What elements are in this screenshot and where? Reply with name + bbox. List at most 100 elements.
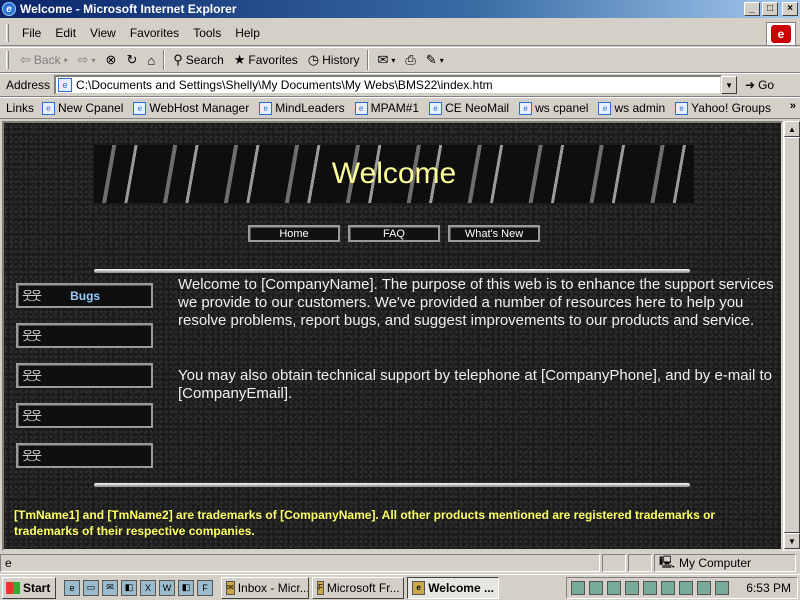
task-inbox[interactable]: ✉ Inbox - Micr...	[221, 576, 309, 599]
search-label: Search	[185, 53, 224, 67]
home-button[interactable]: ⌂	[142, 53, 160, 68]
page-icon: e	[354, 101, 368, 115]
computer-icon: 🖳	[659, 554, 676, 569]
menu-view[interactable]: View	[83, 26, 123, 40]
link-ws-admin[interactable]: e ws admin	[598, 101, 665, 115]
outlook-quicklaunch-icon[interactable]: ✉	[102, 579, 118, 596]
scroll-down-arrow-icon[interactable]: ▼	[784, 533, 800, 549]
toolbar-grip[interactable]	[6, 51, 9, 69]
start-button[interactable]: Start	[2, 576, 56, 599]
task-welcome[interactable]: e Welcome ...	[407, 576, 499, 599]
window-controls: _ □ ×	[744, 2, 798, 16]
mail-icon: ✉	[377, 52, 389, 67]
menu-bar: File Edit View Favorites Tools Help	[0, 20, 800, 46]
support-paragraph: You may also obtain technical support by…	[178, 367, 772, 402]
close-button[interactable]: ×	[782, 2, 798, 16]
history-button[interactable]: ◷ History	[303, 52, 365, 68]
menu-help[interactable]: Help	[228, 26, 267, 40]
link-ce-neomail[interactable]: e CE NeoMail	[429, 101, 509, 115]
scroll-up-arrow-icon[interactable]: ▲	[784, 121, 800, 137]
minimize-button[interactable]: _	[744, 2, 760, 16]
link-webhost-manager[interactable]: e WebHost Manager	[133, 101, 249, 115]
link-ws-cpanel[interactable]: e ws cpanel	[519, 101, 588, 115]
side-nav-button[interactable]: 웃웃	[16, 443, 153, 468]
search-button[interactable]: ⚲ Search	[168, 52, 229, 68]
welcome-paragraph: Welcome to [CompanyName]. The purpose of…	[178, 276, 774, 329]
back-button[interactable]: ⇦ Back ▾	[15, 52, 73, 68]
menu-edit[interactable]: Edit	[48, 26, 83, 40]
link-mindleaders[interactable]: e MindLeaders	[259, 101, 345, 115]
link-new-cpanel[interactable]: e New Cpanel	[42, 101, 123, 115]
link-label: Yahoo! Groups	[691, 101, 771, 115]
system-tray: 6:53 PM	[566, 577, 798, 599]
app-quicklaunch-icon[interactable]: ◧	[178, 579, 194, 596]
taskbar: Start e ▭ ✉ ◧ X W ◧ F ✉ Inbox - Micr... …	[0, 574, 800, 600]
quick-launch: e ▭ ✉ ◧ X W ◧ F	[64, 579, 213, 596]
task-label: Microsoft Fr...	[326, 580, 400, 595]
link-label: New Cpanel	[58, 101, 124, 115]
side-nav-button[interactable]: 웃웃	[16, 363, 153, 388]
window-title: Welcome - Microsoft Internet Explorer	[20, 2, 237, 16]
side-nav-button[interactable]: 웃웃	[16, 403, 153, 428]
page-icon: e	[133, 101, 147, 115]
tray-volume-icon[interactable]	[607, 581, 621, 595]
address-dropdown-button[interactable]: ▼	[721, 76, 738, 94]
link-yahoo-groups[interactable]: e Yahoo! Groups	[675, 101, 771, 115]
page-content: Welcome Home FAQ What's New 웃웃 Bugs 웃웃 웃…	[2, 121, 783, 551]
link-label: MindLeaders	[275, 101, 345, 115]
tray-display-icon[interactable]	[625, 581, 639, 595]
links-bar: Links e New Cpanel e WebHost Manager e Mind…	[0, 97, 800, 119]
app-quicklaunch-icon[interactable]: ◧	[121, 579, 137, 596]
stop-icon: ⊗	[105, 52, 117, 67]
start-label: Start	[23, 580, 51, 595]
status-bar: e 🖳 My Computer	[0, 553, 800, 573]
edit-button[interactable]: ✎ ▾	[421, 52, 449, 68]
forward-arrow-icon: ⇨	[77, 52, 89, 67]
address-label: Address	[6, 78, 51, 92]
print-button[interactable]: ⎙	[400, 52, 420, 68]
toolbar-grip[interactable]	[6, 23, 9, 42]
refresh-button[interactable]: ↻	[121, 52, 142, 68]
nav-whats-new-button[interactable]: What's New	[448, 225, 540, 242]
desktop-quicklaunch-icon[interactable]: ▭	[83, 579, 99, 596]
menu-favorites[interactable]: Favorites	[123, 26, 186, 40]
clock[interactable]: 6:53 PM	[746, 581, 791, 595]
tray-app-icon[interactable]	[697, 581, 711, 595]
page-icon: e	[598, 101, 612, 115]
tray-network-icon[interactable]	[571, 581, 585, 595]
tray-app-icon[interactable]	[661, 581, 675, 595]
scroll-thumb[interactable]	[784, 137, 800, 533]
menu-tools[interactable]: Tools	[186, 26, 228, 40]
excel-quicklaunch-icon[interactable]: X	[140, 579, 156, 596]
tray-app-icon[interactable]	[715, 581, 729, 595]
word-quicklaunch-icon[interactable]: W	[159, 579, 175, 596]
divider-rule	[94, 269, 690, 273]
page-icon: e	[42, 101, 56, 115]
forward-button[interactable]: ⇨ ▾	[73, 52, 101, 68]
maximize-button[interactable]: □	[762, 2, 778, 16]
tray-app-icon[interactable]	[643, 581, 657, 595]
task-frontpage[interactable]: F Microsoft Fr...	[312, 576, 404, 599]
edit-icon: ✎	[425, 52, 437, 67]
nav-home-button[interactable]: Home	[248, 225, 340, 242]
side-nav-label: Bugs	[70, 288, 101, 303]
address-input[interactable]: e C:\Documents and Settings\Shelly\My Do…	[54, 75, 723, 95]
links-overflow-chevron-icon[interactable]: »	[790, 100, 796, 112]
favorites-button[interactable]: ★ Favorites	[229, 52, 303, 68]
stop-button[interactable]: ⊗	[101, 52, 122, 68]
stick-figures-icon: 웃웃	[22, 369, 42, 383]
side-nav-button[interactable]: 웃웃	[16, 323, 153, 348]
frontpage-quicklaunch-icon[interactable]: F	[197, 579, 213, 596]
ie-quicklaunch-icon[interactable]: e	[64, 579, 80, 596]
vertical-scrollbar[interactable]: ▲ ▼	[783, 121, 800, 551]
go-button[interactable]: ➜ Go	[745, 78, 774, 92]
tray-app-icon[interactable]	[679, 581, 693, 595]
standard-toolbar: ⇦ Back ▾ ⇨ ▾ ⊗ ↻ ⌂ ⚲ Search ★ Favorites …	[0, 47, 800, 73]
link-mpam1[interactable]: e MPAM#1	[354, 101, 419, 115]
mail-button[interactable]: ✉ ▾	[372, 52, 400, 68]
side-nav-bugs-button[interactable]: 웃웃 Bugs	[16, 283, 153, 308]
nav-faq-button[interactable]: FAQ	[348, 225, 440, 242]
security-zone: 🖳 My Computer	[654, 554, 796, 572]
tray-app-icon[interactable]	[589, 581, 603, 595]
menu-file[interactable]: File	[15, 26, 48, 40]
